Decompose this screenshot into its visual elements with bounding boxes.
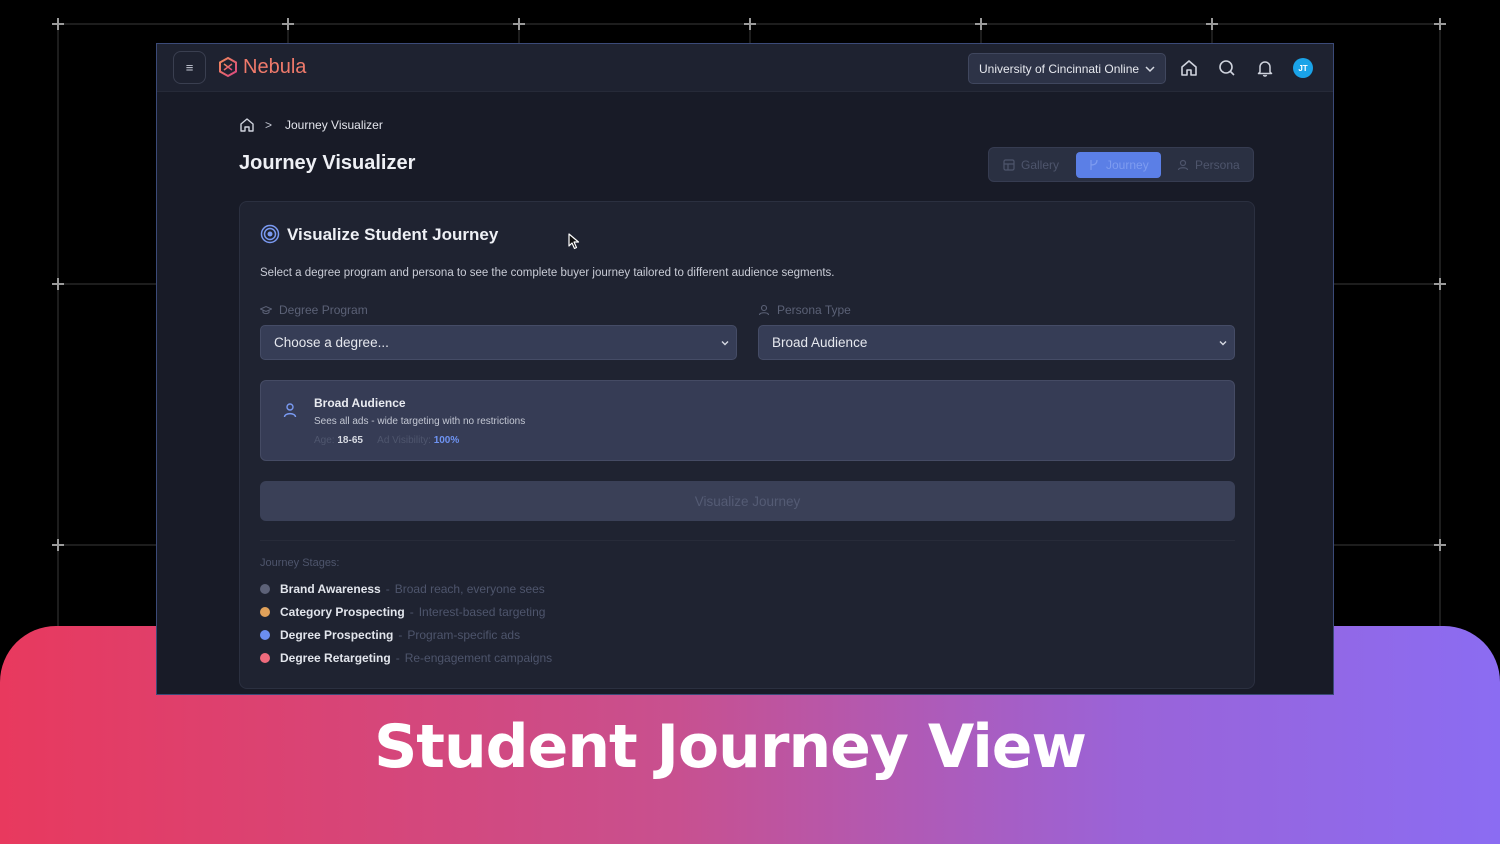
- view-tabs: Gallery Journey Persona: [988, 147, 1254, 182]
- journey-card: Visualize Student Journey Select a degre…: [239, 201, 1255, 689]
- app-window: ≡ Nebula University of Cincinnati Online…: [156, 43, 1334, 695]
- tab-persona[interactable]: Persona: [1165, 152, 1252, 178]
- chevron-down-icon: [1145, 66, 1155, 73]
- organization-select-value: University of Cincinnati Online: [979, 61, 1140, 76]
- persona-type-label: Persona Type: [758, 303, 851, 317]
- stage-description: Program-specific ads: [407, 628, 521, 642]
- ad-visibility-label: Ad Visibility:: [377, 435, 431, 446]
- video-caption: Student Journey View: [374, 712, 1087, 782]
- breadcrumb-separator: >: [265, 118, 273, 132]
- stage-dash: -: [385, 582, 390, 596]
- list-item: Category Prospecting - Interest-based ta…: [260, 605, 545, 619]
- top-bar: ≡ Nebula University of Cincinnati Online…: [157, 44, 1333, 92]
- card-description: Select a degree program and persona to s…: [260, 267, 835, 279]
- stage-name: Brand Awareness: [280, 582, 381, 596]
- list-item: Degree Retargeting - Re-engagement campa…: [260, 651, 552, 665]
- gallery-icon: [1003, 159, 1015, 171]
- tab-journey-label: Journey: [1106, 158, 1149, 172]
- nebula-logo-icon[interactable]: [217, 56, 239, 78]
- stage-dot: [260, 653, 270, 663]
- stage-name: Degree Prospecting: [280, 628, 394, 642]
- stage-dot: [260, 630, 270, 640]
- breadcrumb-current: Journey Visualizer: [285, 118, 383, 132]
- stage-dot: [260, 607, 270, 617]
- journey-icon: [1090, 159, 1098, 170]
- persona-type-select-value: Broad Audience: [772, 335, 868, 350]
- degree-program-label: Degree Program: [260, 303, 368, 317]
- menu-button[interactable]: ≡: [173, 51, 206, 84]
- persona-type-select[interactable]: Broad Audience: [758, 325, 1235, 360]
- breadcrumb-home-icon[interactable]: [239, 117, 255, 133]
- graduation-cap-icon: [260, 305, 272, 315]
- stage-description: Broad reach, everyone sees: [394, 582, 545, 596]
- user-icon: [283, 403, 297, 418]
- persona-summary: Broad Audience Sees all ads - wide targe…: [260, 380, 1235, 461]
- user-icon: [1177, 159, 1189, 171]
- tab-gallery-label: Gallery: [1021, 158, 1060, 172]
- age-value: 18-65: [337, 435, 363, 446]
- ad-visibility-value: 100%: [433, 435, 460, 446]
- stage-dash: -: [395, 651, 400, 665]
- avatar[interactable]: JT: [1293, 58, 1313, 78]
- persona-description: Sees all ads - wide targeting with no re…: [314, 416, 526, 427]
- user-icon: [758, 304, 770, 316]
- hamburger-icon: ≡: [185, 60, 194, 75]
- degree-program-label-text: Degree Program: [279, 303, 368, 317]
- degree-program-select[interactable]: Choose a degree...: [260, 325, 737, 360]
- organization-select[interactable]: University of Cincinnati Online: [968, 53, 1166, 84]
- list-item: Brand Awareness - Broad reach, everyone …: [260, 582, 545, 596]
- divider: [260, 540, 1235, 541]
- mouse-cursor-icon: [568, 233, 580, 250]
- stage-description: Re-engagement campaigns: [404, 651, 553, 665]
- age-label: Age:: [314, 435, 335, 446]
- stage-description: Interest-based targeting: [418, 605, 546, 619]
- stage-dash: -: [398, 628, 403, 642]
- tab-journey[interactable]: Journey: [1076, 152, 1161, 178]
- card-title: Visualize Student Journey: [287, 225, 499, 244]
- visualize-journey-button[interactable]: Visualize Journey: [260, 481, 1235, 521]
- journey-stages-title: Journey Stages:: [260, 557, 340, 569]
- page-title: Journey Visualizer: [239, 152, 416, 174]
- bell-icon[interactable]: [1255, 58, 1275, 78]
- tab-gallery[interactable]: Gallery: [991, 152, 1071, 178]
- stage-name: Degree Retargeting: [280, 651, 391, 665]
- degree-program-select-value: Choose a degree...: [274, 335, 389, 350]
- persona-type-label-text: Persona Type: [777, 303, 851, 317]
- persona-name: Broad Audience: [314, 396, 406, 410]
- chevron-down-icon: [1219, 341, 1227, 346]
- stage-dash: -: [409, 605, 414, 619]
- stage-dot: [260, 584, 270, 594]
- tab-persona-label: Persona: [1195, 158, 1240, 172]
- search-icon[interactable]: [1217, 58, 1237, 78]
- brand-name[interactable]: Nebula: [243, 56, 306, 79]
- chevron-down-icon: [721, 341, 729, 346]
- home-icon[interactable]: [1179, 58, 1199, 78]
- persona-meta: Age: 18-65 Ad Visibility: 100%: [314, 435, 459, 446]
- stage-name: Category Prospecting: [280, 605, 405, 619]
- list-item: Degree Prospecting - Program-specific ad…: [260, 628, 520, 642]
- target-icon: [260, 224, 280, 244]
